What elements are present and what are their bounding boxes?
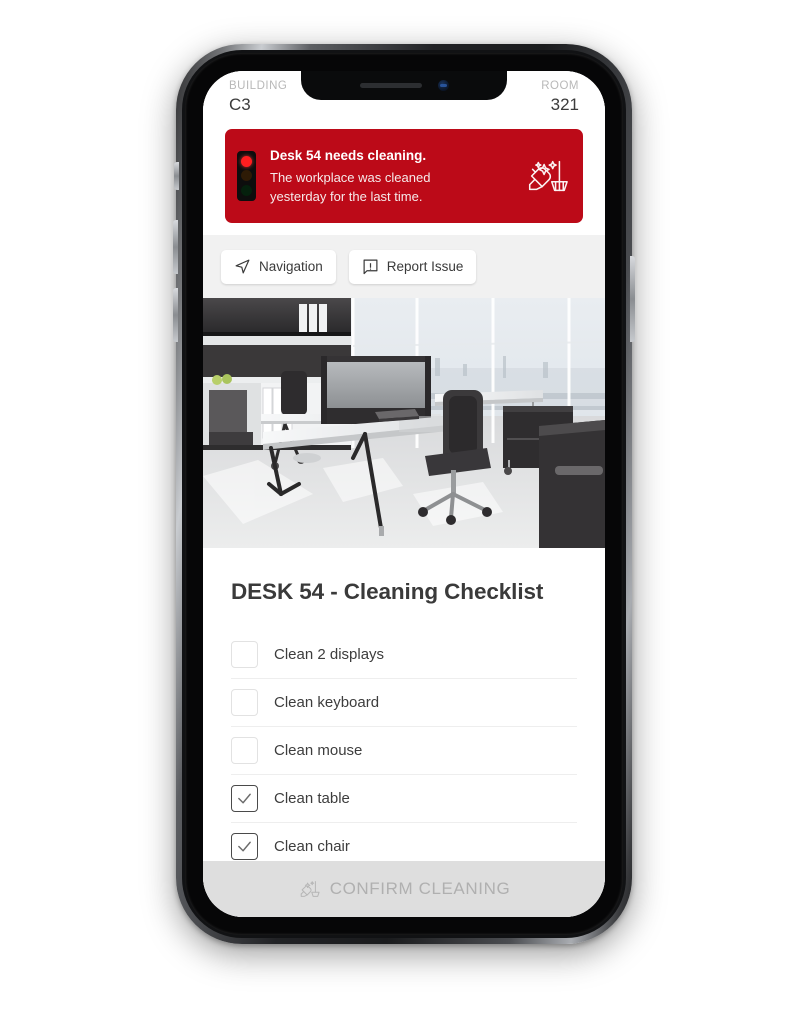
alert-banner-zone: Desk 54 needs cleaning. The workplace wa… — [203, 129, 605, 235]
navigation-button[interactable]: Navigation — [221, 249, 336, 284]
checkmark-icon — [238, 841, 251, 852]
checkbox-clean-mouse[interactable] — [231, 737, 258, 764]
checklist-item-label: Clean chair — [274, 838, 350, 855]
front-camera-icon — [437, 80, 449, 91]
phone-screen: BUILDING C3 ROOM 321 Desk 54 needs clean… — [203, 71, 605, 917]
checklist-item[interactable]: Clean mouse — [231, 726, 577, 774]
navigation-button-label: Navigation — [259, 259, 323, 274]
checkmark-icon — [238, 793, 251, 804]
checklist-item-label: Clean table — [274, 790, 350, 807]
checklist-item-label: Clean keyboard — [274, 694, 380, 711]
traffic-light-green-lamp — [241, 185, 252, 197]
alert-text-group: Desk 54 needs cleaning. The workplace wa… — [266, 146, 513, 206]
silence-switch-button[interactable] — [174, 162, 179, 190]
checkbox-clean-chair[interactable] — [231, 833, 258, 860]
checklist-item-label: Clean 2 displays — [274, 646, 385, 663]
building-label: BUILDING — [229, 80, 288, 92]
volume-up-button[interactable] — [173, 220, 178, 274]
navigation-arrow-icon — [234, 258, 251, 275]
traffic-light-amber-lamp — [241, 170, 252, 182]
alert-title: Desk 54 needs cleaning. — [270, 148, 427, 163]
traffic-light-red-lamp — [241, 155, 252, 167]
checklist-item[interactable]: Clean chair — [231, 822, 577, 861]
earpiece-speaker-icon — [359, 83, 422, 88]
room-value: 321 — [550, 95, 579, 114]
room-label: ROOM — [541, 80, 579, 92]
app-root: BUILDING C3 ROOM 321 Desk 54 needs clean… — [203, 71, 605, 917]
checklist-item[interactable]: Clean 2 displays — [231, 631, 577, 678]
checkbox-clean-2-displays[interactable] — [231, 641, 258, 668]
traffic-light-red-icon — [237, 151, 256, 201]
checklist-item[interactable]: Clean table — [231, 774, 577, 822]
confirm-cleaning-label: CONFIRM CLEANING — [329, 879, 511, 898]
room-info: ROOM 321 — [541, 78, 579, 116]
report-issue-button-label: Report Issue — [386, 259, 464, 274]
phone-notch — [301, 71, 507, 100]
workspace-photo — [203, 298, 605, 548]
checkbox-clean-keyboard[interactable] — [231, 689, 258, 716]
power-button[interactable] — [630, 256, 635, 342]
volume-down-button[interactable] — [173, 288, 178, 342]
confirm-cleaning-button[interactable]: CONFIRM CLEANING — [203, 861, 605, 917]
phone-device-mockup: BUILDING C3 ROOM 321 Desk 54 needs clean… — [173, 44, 635, 944]
action-toolbar: Navigation Report Issue — [203, 235, 605, 298]
cleaning-alert-banner[interactable]: Desk 54 needs cleaning. The workplace wa… — [225, 129, 583, 223]
page-title: DESK 54 - Cleaning Checklist — [231, 579, 544, 604]
checkbox-clean-table[interactable] — [231, 785, 258, 812]
building-info: BUILDING C3 — [229, 78, 287, 116]
checklist-item[interactable]: Clean keyboard — [231, 678, 577, 726]
report-issue-icon — [362, 258, 379, 275]
alert-message-line2: yesterday for the last time. — [270, 189, 423, 204]
checklist-section: DESK 54 - Cleaning Checklist Clean 2 dis… — [203, 548, 605, 861]
alert-message-line1: The workplace was cleaned — [270, 170, 431, 185]
report-issue-button[interactable]: Report Issue — [348, 249, 477, 284]
checklist-item-label: Clean mouse — [274, 742, 363, 759]
cleaning-supplies-icon — [523, 153, 569, 199]
cleaning-supplies-icon — [298, 878, 320, 900]
building-value: C3 — [229, 95, 251, 114]
